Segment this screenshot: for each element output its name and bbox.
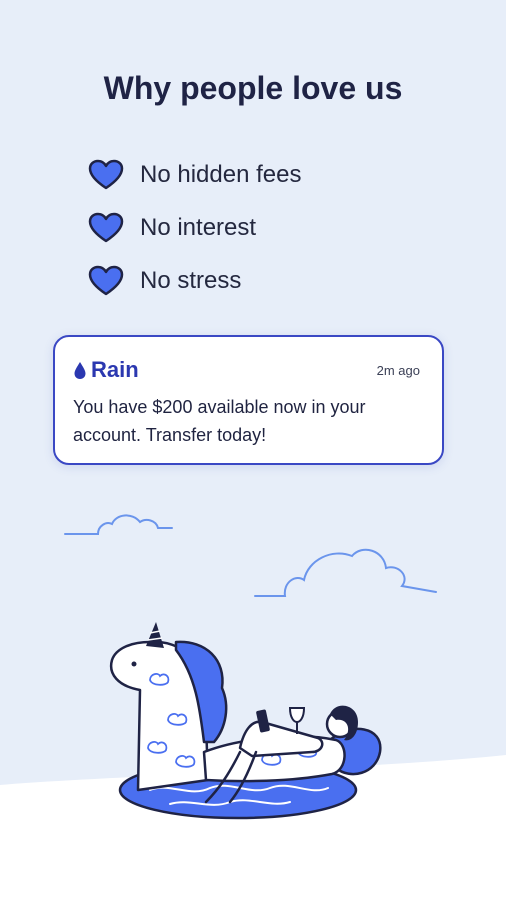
benefit-label: No hidden fees <box>140 160 302 188</box>
notification-time: 2m ago <box>376 363 420 378</box>
unicorn-float-illustration <box>0 514 506 900</box>
benefit-item: No hidden fees <box>88 148 301 201</box>
benefit-label: No stress <box>140 266 242 294</box>
cloud-icon <box>64 514 173 535</box>
benefits-list: No hidden fees No interest No stress <box>88 148 301 307</box>
notification-brand: Rain <box>73 357 139 383</box>
notification-message: You have $200 available now in your acco… <box>73 397 366 445</box>
heart-icon <box>88 212 124 242</box>
heart-icon <box>88 159 124 189</box>
notification-card[interactable]: Rain 2m ago You have $200 available now … <box>53 335 444 465</box>
benefit-item: No stress <box>88 254 301 307</box>
heart-icon <box>88 265 124 295</box>
benefit-item: No interest <box>88 201 301 254</box>
cloud-icon <box>254 548 437 597</box>
benefit-label: No interest <box>140 213 257 241</box>
brand-name: Rain <box>91 357 139 382</box>
raindrop-icon <box>74 361 86 379</box>
page-title: Why people love us <box>103 70 403 106</box>
